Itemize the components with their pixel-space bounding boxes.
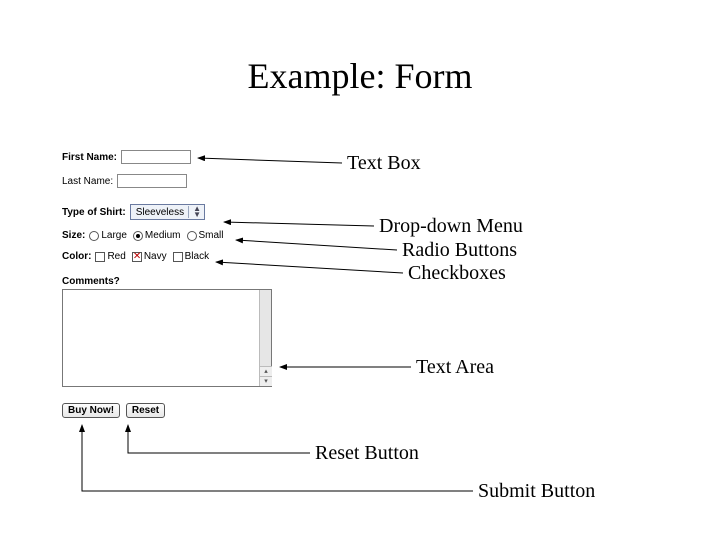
radio-icon: [187, 231, 197, 241]
shirt-type-row: Type of Shirt: Sleeveless ▲▼: [62, 204, 272, 220]
color-option-navy[interactable]: Navy: [132, 251, 167, 262]
checkbox-icon: [132, 252, 142, 262]
scroll-down-icon[interactable]: ▾: [260, 376, 272, 386]
button-row: Buy Now! Reset: [62, 403, 272, 418]
annotation-submit: Submit Button: [478, 480, 595, 503]
first-name-label: First Name:: [62, 152, 117, 163]
checkbox-icon: [95, 252, 105, 262]
annotation-textarea: Text Area: [416, 356, 494, 379]
checkbox-icon: [173, 252, 183, 262]
annotation-reset: Reset Button: [315, 442, 419, 465]
color-option-red[interactable]: Red: [95, 251, 125, 262]
size-label: Size:: [62, 230, 85, 241]
last-name-input[interactable]: [117, 174, 187, 188]
shirt-type-value: Sleeveless: [136, 207, 184, 218]
radio-icon: [133, 231, 143, 241]
select-divider: [188, 206, 189, 218]
size-small-label: Small: [199, 230, 224, 241]
annotation-text-box: Text Box: [347, 152, 421, 175]
color-option-black[interactable]: Black: [173, 251, 209, 262]
annotation-dropdown: Drop-down Menu: [379, 215, 523, 238]
size-option-medium[interactable]: Medium: [133, 230, 181, 241]
buy-now-button[interactable]: Buy Now!: [62, 403, 120, 418]
first-name-input[interactable]: [121, 150, 191, 164]
color-row: Color: Red Navy Black: [62, 251, 272, 262]
shirt-type-label: Type of Shirt:: [62, 207, 126, 218]
size-option-small[interactable]: Small: [187, 230, 224, 241]
size-medium-label: Medium: [145, 230, 181, 241]
radio-icon: [89, 231, 99, 241]
comments-block: Comments? ▴ ▾: [62, 276, 272, 387]
annotation-checkboxes: Checkboxes: [408, 262, 506, 285]
select-stepper-icon: ▲▼: [193, 206, 201, 218]
color-red-label: Red: [107, 251, 125, 262]
shirt-type-select[interactable]: Sleeveless ▲▼: [130, 204, 205, 220]
comments-textarea[interactable]: ▴ ▾: [62, 289, 272, 387]
size-row: Size: Large Medium Small: [62, 230, 272, 241]
last-name-row: Last Name:: [62, 174, 272, 188]
page-title: Example: Form: [0, 55, 720, 97]
color-black-label: Black: [185, 251, 209, 262]
form-panel: First Name: Last Name: Type of Shirt: Sl…: [62, 150, 272, 418]
comments-label: Comments?: [62, 276, 268, 287]
annotation-radios: Radio Buttons: [402, 239, 517, 262]
color-navy-label: Navy: [144, 251, 167, 262]
reset-button[interactable]: Reset: [126, 403, 165, 418]
scroll-up-icon[interactable]: ▴: [260, 366, 272, 376]
size-large-label: Large: [101, 230, 127, 241]
last-name-label: Last Name:: [62, 176, 113, 187]
size-option-large[interactable]: Large: [89, 230, 127, 241]
textarea-scrollbar[interactable]: ▴ ▾: [259, 290, 271, 386]
first-name-row: First Name:: [62, 150, 272, 164]
color-label: Color:: [62, 251, 91, 262]
